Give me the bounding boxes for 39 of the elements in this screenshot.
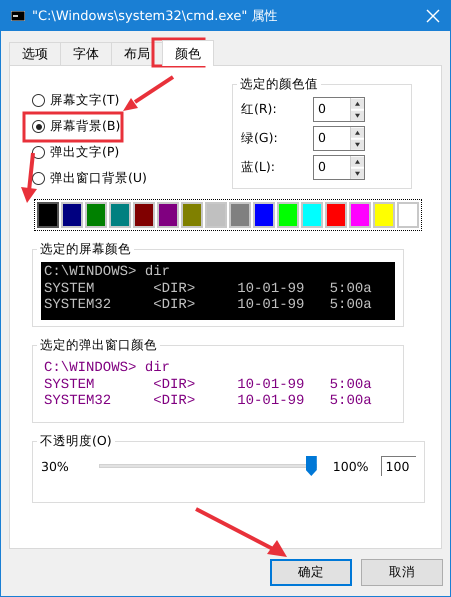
field-label: 蓝(L): xyxy=(241,159,276,176)
color-swatch[interactable] xyxy=(37,202,59,228)
preview-line: C:\WINDOWS> dir xyxy=(44,360,170,376)
preview-line: C:\WINDOWS> dir xyxy=(44,264,170,280)
dialog-button[interactable]: 确定 xyxy=(270,559,352,586)
preview-line: SYSTEM32 <DIR> 10-01-99 5:00a xyxy=(44,297,372,314)
field-label: 红(R): xyxy=(241,101,278,118)
radio-label[interactable]: 屏幕背景(B) xyxy=(49,118,122,135)
spin-field[interactable]: 0 xyxy=(313,126,365,151)
highlight-box xyxy=(152,38,206,68)
tab[interactable]: 选项 xyxy=(9,42,61,65)
preview-line: SYSTEM <DIR> 10-01-99 5:00a xyxy=(44,280,372,297)
radio-button[interactable] xyxy=(32,172,45,185)
window-title: "C:\Windows\system32\cmd.exe" 属性 xyxy=(32,8,279,25)
tab[interactable]: 颜色 xyxy=(162,40,214,66)
radio-label[interactable]: 屏幕文字(T) xyxy=(49,92,120,109)
radio-button[interactable] xyxy=(32,94,45,107)
group-title: 选定的屏幕颜色 xyxy=(39,241,132,258)
slider-thumb[interactable] xyxy=(306,456,317,476)
annotation-arrow xyxy=(123,75,174,111)
radio-label[interactable]: 弹出窗口背景(U) xyxy=(49,170,148,187)
field-label: 绿(G): xyxy=(241,130,279,147)
opacity-field[interactable]: 100 xyxy=(380,456,416,476)
opacity-slider[interactable] xyxy=(98,456,317,476)
min-label: 30% xyxy=(41,458,69,474)
group-title: 选定的弹出窗口颜色 xyxy=(39,337,158,354)
max-label: 100% xyxy=(332,458,369,474)
close-icon[interactable] xyxy=(426,9,440,23)
annotation-arrow xyxy=(21,152,37,203)
preview-line: SYSTEM <DIR> 10-01-99 5:00a xyxy=(44,376,372,393)
radio-label[interactable]: 弹出文字(P) xyxy=(49,144,120,161)
console-icon xyxy=(11,11,25,21)
dialog-button[interactable]: 取消 xyxy=(361,559,443,586)
spin-field[interactable]: 0 xyxy=(313,97,365,122)
group-title: 选定的颜色值 xyxy=(239,76,319,93)
spin-field[interactable]: 0 xyxy=(313,155,365,180)
group-title: 不透明度(O) xyxy=(39,433,113,450)
preview-line: SYSTEM32 <DIR> 10-01-99 5:00a xyxy=(44,393,372,410)
radio-button[interactable] xyxy=(32,120,45,133)
